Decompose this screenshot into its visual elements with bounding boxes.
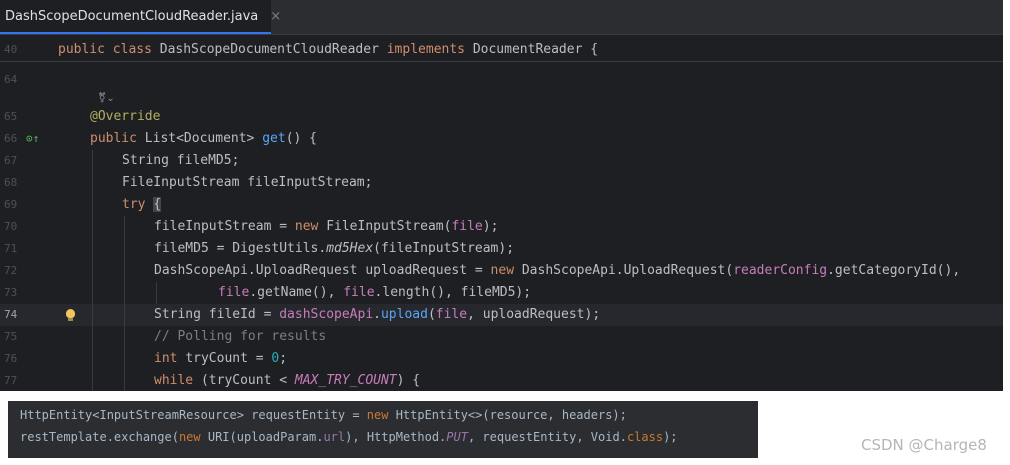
code-row[interactable]: 66 ⊙↑ public List<Document> get() { bbox=[0, 128, 1003, 150]
indent-guide bbox=[156, 282, 157, 304]
close-icon[interactable]: × bbox=[270, 9, 281, 24]
line-number: 67 bbox=[4, 154, 18, 167]
line-number: 65 bbox=[4, 110, 18, 123]
code-line: public List<Document> get() { bbox=[90, 131, 317, 146]
code-row[interactable]: 73 file.getName(), file.length(), fileMD… bbox=[0, 282, 1003, 304]
tab-title: DashScopeDocumentCloudReader.java bbox=[5, 8, 259, 24]
lightbulb-icon[interactable] bbox=[66, 309, 75, 321]
code-row[interactable]: 70 fileInputStream = new FileInputStream… bbox=[0, 216, 1003, 238]
code-row[interactable]: 75 // Polling for results bbox=[0, 326, 1003, 348]
code-row-current[interactable]: 74 String fileId = dashScopeApi.upload(f… bbox=[0, 304, 1003, 326]
code-area[interactable]: 40 public class DashScopeDocumentCloudRe… bbox=[0, 35, 1003, 391]
code-row[interactable]: 68 FileInputStream fileInputStream; bbox=[0, 172, 1003, 194]
code-row[interactable]: 76 int tryCount = 0; bbox=[0, 348, 1003, 370]
line-number: 72 bbox=[4, 264, 18, 277]
code-line: int tryCount = 0; bbox=[154, 351, 288, 366]
line-number: 77 bbox=[4, 374, 18, 387]
code-line: fileInputStream = new FileInputStream(fi… bbox=[154, 219, 499, 234]
code-row[interactable]: 77 while (tryCount < MAX_TRY_COUNT) { bbox=[0, 370, 1003, 391]
sticky-line[interactable]: 40 public class DashScopeDocumentCloudRe… bbox=[0, 39, 1003, 62]
code-comment: // Polling for results bbox=[154, 329, 327, 344]
line-number: 76 bbox=[4, 352, 18, 365]
code-line: file.getName(), file.length(), fileMD5); bbox=[218, 285, 532, 300]
line-number: 71 bbox=[4, 242, 18, 255]
code-line: public class DashScopeDocumentCloudReade… bbox=[58, 42, 599, 57]
line-number: 69 bbox=[4, 198, 18, 211]
code-row[interactable]: 69 try { bbox=[0, 194, 1003, 216]
indent-guide bbox=[124, 216, 125, 391]
code-line: FileInputStream fileInputStream; bbox=[122, 175, 373, 190]
line-number: 68 bbox=[4, 176, 18, 189]
code-line: DashScopeApi.UploadRequest uploadRequest… bbox=[154, 263, 961, 278]
snippet-line: restTemplate.exchange(new URI(uploadPara… bbox=[20, 430, 678, 444]
code-line: while (tryCount < MAX_TRY_COUNT) { bbox=[154, 373, 421, 388]
code-row[interactable]: 72 DashScopeApi.UploadRequest uploadRequ… bbox=[0, 260, 1003, 282]
override-gutter-icon[interactable]: ⊙↑ bbox=[26, 128, 39, 150]
code-row[interactable]: 64 bbox=[0, 69, 1003, 91]
snippet-line: HttpEntity<InputStreamResource> requestE… bbox=[20, 408, 627, 422]
code-line: @Override bbox=[90, 109, 161, 124]
code-row[interactable]: 71 fileMD5 = DigestUtils.md5Hex(fileInpu… bbox=[0, 238, 1003, 260]
editor-tab-bar: DashScopeDocumentCloudReader.java × bbox=[0, 0, 1003, 35]
editor-tab[interactable]: DashScopeDocumentCloudReader.java × bbox=[0, 0, 281, 34]
code-snippet-block: HttpEntity<InputStreamResource> requestE… bbox=[8, 401, 758, 458]
line-number: 70 bbox=[4, 220, 18, 233]
watermark: CSDN @Charge8 bbox=[861, 436, 987, 454]
code-line: String fileId = dashScopeApi.upload(file… bbox=[154, 307, 601, 322]
code-row[interactable]: 65 @Override bbox=[0, 106, 1003, 128]
code-line: try { bbox=[122, 197, 162, 212]
code-editor[interactable]: DashScopeDocumentCloudReader.java × 40 p… bbox=[0, 0, 1003, 391]
code-row[interactable]: 67 String fileMD5; bbox=[0, 150, 1003, 172]
line-number: 74 bbox=[4, 308, 18, 321]
line-number: 40 bbox=[4, 43, 18, 56]
line-number: 64 bbox=[4, 73, 18, 86]
line-number: 73 bbox=[4, 286, 18, 299]
line-number: 75 bbox=[4, 330, 18, 343]
code-line: fileMD5 = DigestUtils.md5Hex(fileInputSt… bbox=[154, 241, 515, 256]
indent-guide bbox=[92, 150, 93, 391]
code-line: String fileMD5; bbox=[122, 153, 240, 168]
